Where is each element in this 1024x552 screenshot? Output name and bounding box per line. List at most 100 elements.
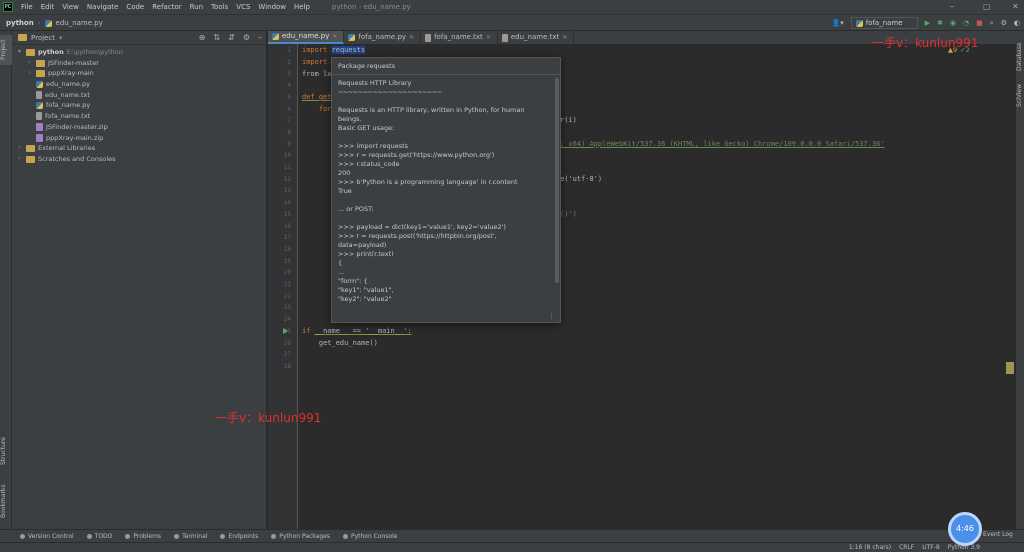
tool-window-button[interactable]: Version Control [12,530,79,542]
expand-arrow-icon[interactable]: › [16,143,23,154]
tree-item-label: fofa_name.txt [45,112,91,121]
editor-tab[interactable]: fofa_name.txt ✕ [421,31,498,44]
tree-item[interactable]: ▾ python E:\python\python [12,47,266,58]
line-number: 17 [283,234,291,242]
tree-item[interactable]: › JSFinder-master [12,58,266,69]
tool-window-button[interactable]: TODO [79,530,118,542]
menu-help[interactable]: Help [290,0,314,14]
line-number: 16 [283,222,291,230]
tree-item[interactable]: edu_name.txt [12,90,266,101]
caret-position[interactable]: 1:16 (8 chars) [849,543,891,552]
file-encoding[interactable]: UTF-8 [922,543,940,552]
popup-scrollbar[interactable] [555,78,559,283]
popup-line: >>> import requests [338,142,409,150]
tool-window-label: Endpoints [228,532,259,540]
locate-icon[interactable]: ⊕ [199,31,206,45]
gear-icon[interactable]: ⚙ [1001,15,1007,31]
close-tab-icon[interactable]: ✕ [332,30,337,43]
tree-item[interactable]: pppXray-main.zip [12,133,266,144]
breadcrumb-project[interactable]: python [6,15,34,31]
line-number: 28 [283,362,291,370]
menu-tools[interactable]: Tools [207,0,232,14]
run-icon[interactable]: ▶ [925,15,930,31]
expand-arrow-icon[interactable]: ▾ [16,47,23,58]
timer-badge: 4:46 [948,512,982,546]
tool-window-button[interactable]: Terminal [166,530,212,542]
menu-view[interactable]: View [58,0,83,14]
collapse-all-icon[interactable]: ⇅ [213,31,220,45]
menu-window[interactable]: Window [254,0,290,14]
menu-code[interactable]: Code [122,0,148,14]
sciview-tool-tab[interactable]: SciView [1016,79,1024,111]
search-icon[interactable]: ⌕ [990,15,994,31]
popup-line [338,196,550,205]
expand-arrow-icon[interactable]: › [16,154,23,165]
menu-edit[interactable]: Edit [37,0,59,14]
structure-tool-tab[interactable]: Structure [0,431,12,471]
database-tool-tab[interactable]: Database [1016,39,1024,75]
line-number: 19 [283,257,291,265]
python-file-icon [272,33,279,40]
menu-vcs[interactable]: VCS [232,0,254,14]
coverage-icon[interactable]: ◉ [950,15,956,31]
menu-navigate[interactable]: Navigate [83,0,122,14]
popup-line: ~~~~~~~~~~~~~~~~~~~~~ [338,88,442,96]
tree-item[interactable]: › pppXray-main [12,68,266,79]
line-number: 24 [283,316,291,324]
user-icon[interactable]: 👤▾ [831,15,843,31]
tree-item[interactable]: fofa_name.py [12,100,266,111]
close-tab-icon[interactable]: ✕ [562,31,567,44]
debug-icon[interactable]: ✱ [937,15,943,31]
menu-run[interactable]: Run [186,0,207,14]
tree-item[interactable]: › External Libraries [12,143,266,154]
line-separator[interactable]: CRLF [899,543,914,552]
maximize-button[interactable]: ▢ [983,0,991,14]
editor-tab[interactable]: edu_name.txt ✕ [498,31,575,44]
tool-window-button[interactable]: Endpoints [212,530,263,542]
code-line-27: get_edu_name() [302,338,378,347]
expand-arrow-icon[interactable]: › [26,68,33,79]
tree-item[interactable]: edu_name.py [12,79,266,90]
close-tab-icon[interactable]: ✕ [486,31,491,44]
editor-tab[interactable]: fofa_name.py ✕ [344,31,422,44]
popup-line: "key2": "value2" [338,295,392,303]
tree-item[interactable]: › Scratches and Consoles [12,154,266,165]
stop-icon[interactable]: ■ [976,15,983,31]
project-panel-title[interactable]: Project [31,31,55,45]
menu-file[interactable]: File [17,0,37,14]
minimize-button[interactable]: – [950,0,954,14]
update-icon[interactable]: ◐ [1014,15,1020,31]
watermark: 一手v：kunlun991 [215,411,322,425]
tool-window-button[interactable]: Python Packages [263,530,335,542]
tool-window-label: TODO [94,532,113,540]
tree-item[interactable]: fofa_name.txt [12,111,266,122]
breadcrumb: python › edu_name.py [6,15,103,31]
line-number: 7 [287,117,291,125]
close-tab-icon[interactable]: ✕ [409,31,414,44]
run-gutter-icon[interactable] [283,328,288,334]
tool-window-button[interactable]: Python Console [335,530,403,542]
tree-item[interactable]: JSFinder-master.zip [12,122,266,133]
event-log-button[interactable]: Event Log [983,531,1013,538]
hide-icon[interactable]: – [258,31,262,45]
scrollbar-marker[interactable] [1006,362,1014,374]
profile-icon[interactable]: ◔ [963,15,969,31]
packages-icon [271,533,277,539]
tab-label: fofa_name.txt [434,33,483,41]
menu-refactor[interactable]: Refactor [148,0,185,14]
bookmarks-tool-tab[interactable]: Bookmarks [0,479,12,523]
vcs-icon [20,533,25,539]
breadcrumb-file[interactable]: edu_name.py [56,15,103,31]
tool-window-button[interactable]: Problems [117,530,166,542]
project-tool-tab[interactable]: Project [0,35,12,65]
popup-body: Requests HTTP Library ~~~~~~~~~~~~~~~~~~~… [332,75,560,304]
run-config-select[interactable]: fofa_name [850,17,918,29]
editor-tab[interactable]: edu_name.py ✕ [268,30,345,44]
expand-arrow-icon[interactable]: › [26,58,33,69]
expand-all-icon[interactable]: ⇵ [228,31,235,45]
close-button[interactable]: ✕ [1012,0,1019,14]
gear-icon[interactable]: ⚙ [243,31,250,45]
tree-item-path: E:\python\python [66,48,123,56]
more-options-icon[interactable]: ⋮ [548,312,555,320]
python-file-icon [36,102,43,110]
